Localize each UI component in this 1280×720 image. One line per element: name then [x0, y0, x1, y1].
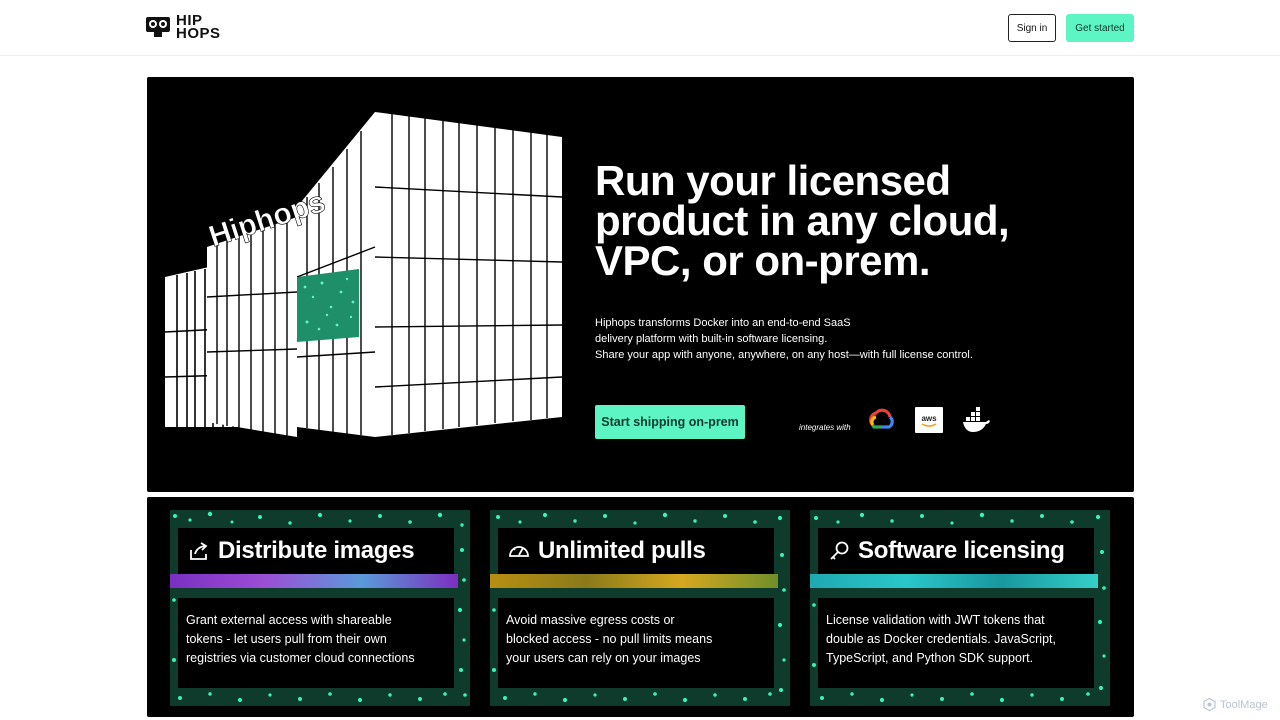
- watermark: ToolMage: [1203, 698, 1268, 711]
- gauge-icon: [509, 546, 529, 557]
- logo-text: HIP HOPS: [176, 12, 221, 42]
- site-header: HIP HOPS Sign in Get started: [0, 0, 1280, 56]
- card-header: Software licensing: [818, 528, 1094, 574]
- hero-description: Hiphops transforms Docker into an end-to…: [595, 315, 1015, 363]
- hero-section: Hiphops Run your licensed product in any…: [147, 77, 1134, 492]
- aws-icon: aws: [915, 407, 943, 433]
- docker-icon: [963, 407, 990, 432]
- feature-card-distribute-images: Distribute images Grant external access …: [170, 510, 470, 706]
- card-header: Distribute images: [178, 528, 454, 574]
- hiphops-building-illustration: Hiphops: [164, 112, 563, 437]
- google-cloud-icon: [869, 408, 894, 429]
- color-band: [810, 574, 1098, 588]
- card-title: Distribute images: [218, 537, 415, 564]
- hero-description-line: Hiphops transforms Docker into an end-to…: [595, 317, 851, 329]
- hero-description-line: Share your app with anyone, anywhere, on…: [595, 349, 973, 361]
- card-description: Avoid massive egress costs or blocked ac…: [498, 598, 774, 688]
- card-description: Grant external access with shareable tok…: [178, 598, 454, 688]
- sign-in-button[interactable]: Sign in: [1008, 14, 1056, 42]
- toolmage-logo-icon: [1203, 698, 1216, 711]
- start-shipping-button[interactable]: Start shipping on-prem: [595, 405, 745, 439]
- key-icon: [830, 541, 849, 560]
- get-started-button[interactable]: Get started: [1066, 14, 1134, 42]
- hiphops-logo-icon: [146, 17, 170, 37]
- feature-card-software-licensing: Software licensing License validation wi…: [810, 510, 1110, 706]
- feature-card-unlimited-pulls: Unlimited pulls Avoid massive egress cos…: [490, 510, 790, 706]
- card-title: Unlimited pulls: [538, 537, 706, 564]
- logo[interactable]: HIP HOPS: [146, 12, 221, 42]
- share-icon: [190, 542, 208, 560]
- card-header: Unlimited pulls: [498, 528, 774, 574]
- card-description: License validation with JWT tokens that …: [818, 598, 1094, 688]
- card-title: Software licensing: [858, 537, 1065, 564]
- features-section: Distribute images Grant external access …: [147, 497, 1134, 717]
- color-band: [170, 574, 458, 588]
- integrates-with-label: integrates with: [799, 423, 851, 432]
- color-band: [490, 574, 778, 588]
- hero-title: Run your licensed product in any cloud, …: [595, 157, 1010, 284]
- hero-description-line: delivery platform with built-in software…: [595, 333, 828, 345]
- watermark-text: ToolMage: [1220, 698, 1268, 711]
